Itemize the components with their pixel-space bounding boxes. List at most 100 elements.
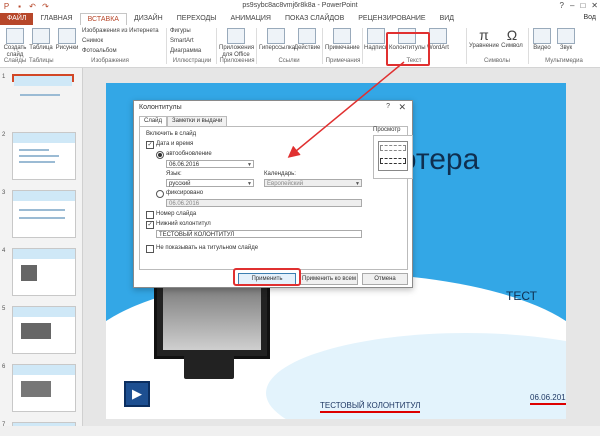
omega-icon: Ω (506, 27, 518, 43)
group-links: Ссылки (278, 58, 300, 64)
help-icon[interactable]: ? (560, 1, 564, 10)
hide-title-label: Не показывать на титульном слайде (156, 245, 259, 251)
maximize-icon[interactable]: □ (580, 1, 585, 10)
slide-footer[interactable]: ТЕСТОВЫЙ КОЛОНТИТУЛ (320, 401, 421, 413)
dialog-title: Колонтитулы (139, 104, 182, 111)
window-controls: ? – □ ✕ (560, 1, 598, 10)
auto-update-label: автообновление (166, 151, 212, 157)
comment-icon (333, 28, 351, 44)
cancel-button[interactable]: Отмена (362, 273, 408, 285)
slide-thumbnail[interactable] (12, 132, 76, 180)
tab-insert[interactable]: ВСТАВКА (79, 13, 127, 25)
tab-transitions[interactable]: ПЕРЕХОДЫ (170, 13, 224, 25)
monitor-stand (184, 355, 234, 379)
footer-checkbox[interactable]: ✓ (146, 221, 154, 229)
auto-update-radio[interactable] (156, 151, 164, 159)
ribbon: Создать слайд Таблица Рисунки Изображени… (0, 25, 600, 68)
photo-album-button[interactable]: Фотоальбом (82, 48, 142, 55)
slide-number-label: Номер слайда (156, 211, 197, 217)
comment-button[interactable]: Примечание (325, 28, 360, 52)
action-button[interactable]: Действие (294, 28, 320, 52)
preview-box (373, 135, 413, 179)
speaker-icon (557, 28, 575, 44)
preview-label: Просмотр (373, 127, 401, 133)
dialog-help-button[interactable]: ? (386, 103, 390, 110)
textbox-icon (367, 28, 385, 44)
slide-thumbnail[interactable] (12, 364, 76, 412)
minimize-icon[interactable]: – (570, 1, 574, 10)
language-select[interactable]: русский ▼ (166, 179, 254, 187)
tab-review[interactable]: РЕЦЕНЗИРОВАНИЕ (351, 13, 432, 25)
group-comments: Примечания (325, 58, 361, 64)
fixed-label: фиксировано (166, 190, 204, 196)
link-icon (267, 28, 285, 44)
next-slide-icon[interactable]: ▶ (124, 381, 150, 407)
status-bar (0, 426, 600, 436)
close-icon[interactable]: ✕ (398, 102, 406, 113)
audio-button[interactable]: Звук (555, 28, 577, 52)
wordart-icon (429, 28, 447, 44)
tab-slide[interactable]: Слайд (139, 116, 168, 126)
equation-button[interactable]: π Уравнение (469, 28, 499, 50)
window-title: ps9sybc8ac8vmj6r8k8a - PowerPoint (242, 2, 358, 9)
new-slide-button[interactable]: Создать слайд (2, 28, 28, 59)
online-pictures-button[interactable]: Изображения из Интернета (82, 28, 162, 35)
hide-title-checkbox[interactable] (146, 245, 154, 253)
tab-slideshow[interactable]: ПОКАЗ СЛАЙДОВ (278, 13, 351, 25)
video-icon (533, 28, 551, 44)
tab-view[interactable]: ВИД (433, 13, 461, 25)
video-button[interactable]: Видео (531, 28, 553, 52)
slide-date[interactable]: 06.06.2016 (530, 393, 566, 405)
screenshot-button[interactable]: Снимок (82, 38, 142, 45)
footer-label: Нижний колонтитул (156, 221, 211, 227)
title-bar: P ▪ ↶ ↷ ps9sybc8ac8vmj6r8k8a - PowerPoin… (0, 0, 600, 13)
slide-thumbnail[interactable] (12, 306, 76, 354)
language-label: Язык: (166, 171, 182, 177)
picture-icon (58, 28, 76, 44)
symbol-button[interactable]: Ω Символ (500, 28, 524, 50)
apply-highlight (233, 268, 301, 286)
table-button[interactable]: Таблица (29, 28, 53, 52)
store-icon (227, 28, 245, 44)
header-footer-dialog: Колонтитулы ? ✕ Слайд Заметки и выдачи В… (133, 100, 413, 288)
fixed-radio[interactable] (156, 190, 164, 198)
tab-design[interactable]: ДИЗАЙН (127, 13, 170, 25)
fixed-date-field: 06.06.2016 (166, 199, 362, 207)
auto-date-select[interactable]: 06.06.2016 ▼ (166, 160, 254, 168)
tab-home[interactable]: ГЛАВНАЯ (33, 13, 79, 25)
footer-input[interactable]: ТЕСТОВЫЙ КОЛОНТИТУЛ (156, 230, 362, 238)
tab-notes-handouts[interactable]: Заметки и выдачи (167, 116, 228, 126)
tab-file[interactable]: ФАЙЛ (0, 13, 34, 25)
apply-all-button[interactable]: Применить ко всем (300, 273, 358, 285)
pictures-button[interactable]: Рисунки (55, 28, 79, 52)
calendar-label: Календарь: (264, 171, 296, 177)
textbox-button[interactable]: Надпись (364, 28, 388, 52)
group-illustrations: Иллюстрации (172, 58, 212, 64)
include-label: Включить в слайд (146, 131, 197, 137)
group-tables: Таблицы (29, 58, 54, 64)
ribbon-tabs: ФАЙЛ ГЛАВНАЯ ВСТАВКА ДИЗАЙН ПЕРЕХОДЫ АНИ… (0, 13, 600, 25)
group-symbols: Символы (484, 58, 510, 64)
chart-button[interactable]: Диаграмма (170, 48, 214, 55)
close-icon[interactable]: ✕ (591, 1, 598, 10)
slide-thumbnail[interactable] (12, 248, 76, 296)
tab-animations[interactable]: АНИМАЦИЯ (223, 13, 278, 25)
datetime-label: Дата и время (156, 141, 194, 147)
user-name[interactable]: Вод (584, 14, 597, 21)
action-icon (298, 28, 316, 44)
slide-thumbnails-panel: 1 2 3 4 5 6 7 (0, 68, 83, 436)
group-images: Изображения (91, 58, 129, 64)
calendar-select: Европейский ▼ (264, 179, 362, 187)
group-apps: Приложения (219, 58, 255, 64)
slide-number-checkbox[interactable] (146, 211, 154, 219)
hyperlink-button[interactable]: Гиперссылка (259, 28, 295, 52)
dialog-panel: Включить в слайд ✓ Дата и время автообно… (139, 126, 408, 270)
slide-subtitle[interactable]: ТЕСТ (506, 289, 537, 303)
shapes-button[interactable]: Фигуры (170, 28, 214, 35)
apps-button[interactable]: Приложения для Office (219, 28, 254, 59)
smartart-button[interactable]: SmartArt (170, 38, 214, 45)
slide-thumbnail[interactable] (12, 190, 76, 238)
datetime-checkbox[interactable]: ✓ (146, 141, 154, 149)
group-slides: Слайды (3, 58, 27, 64)
slide-thumbnail[interactable] (12, 74, 74, 96)
